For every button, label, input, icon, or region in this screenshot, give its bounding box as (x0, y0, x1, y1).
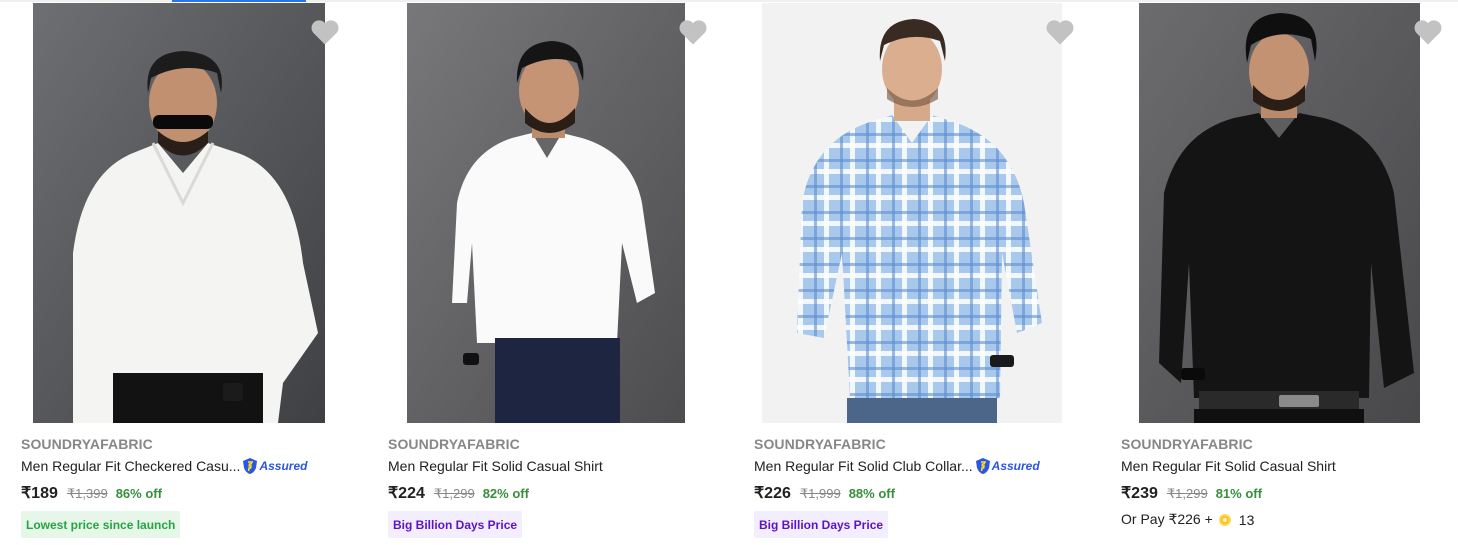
price-row: ₹224 ₹1,299 82% off (388, 483, 529, 503)
offer-tag: Big Billion Days Price (754, 511, 889, 538)
product-card[interactable]: SOUNDRYAFABRIC Men Regular Fit Checkered… (0, 0, 360, 545)
offer-tag: Lowest price since launch (21, 511, 181, 538)
selling-price: ₹239 (1121, 485, 1158, 502)
wishlist-heart-icon[interactable] (1045, 18, 1075, 46)
coin-count: 13 (1238, 511, 1255, 528)
wishlist-heart-icon[interactable] (678, 18, 708, 46)
title-row[interactable]: Men Regular Fit Solid Club Collar... Ass… (754, 456, 1040, 476)
title-row[interactable]: Men Regular Fit Solid Casual Shirt (388, 456, 603, 476)
product-image[interactable] (407, 3, 685, 423)
discount-label: 86% off (115, 486, 162, 501)
price-row: ₹226 ₹1,999 88% off (754, 483, 895, 503)
assured-badge: Assured (975, 457, 1040, 475)
selling-price: ₹224 (388, 485, 425, 502)
brand-name: SOUNDRYAFABRIC (754, 436, 886, 452)
product-card[interactable]: SOUNDRYAFABRIC Men Regular Fit Solid Cas… (367, 0, 727, 545)
product-title[interactable]: Men Regular Fit Solid Club Collar... (754, 458, 973, 474)
product-image[interactable] (33, 3, 325, 423)
product-card[interactable]: SOUNDRYAFABRIC Men Regular Fit Solid Clu… (733, 0, 1093, 545)
discount-label: 82% off (482, 486, 529, 501)
original-price: ₹1,999 (799, 486, 841, 501)
selling-price: ₹189 (21, 485, 58, 502)
wishlist-heart-icon[interactable] (310, 18, 340, 46)
price-row: ₹239 ₹1,299 81% off (1121, 483, 1262, 503)
brand-name: SOUNDRYAFABRIC (21, 436, 153, 452)
original-price: ₹1,399 (66, 486, 108, 501)
assured-shield-icon (243, 458, 258, 474)
supercoin-icon (1218, 513, 1231, 526)
supercoin-offer: Or Pay ₹226 + 13 (1121, 511, 1254, 528)
price-row: ₹189 ₹1,399 86% off (21, 483, 162, 503)
assured-shield-icon (975, 458, 990, 474)
product-image[interactable] (762, 3, 1062, 423)
assured-label: Assured (259, 459, 308, 473)
title-row[interactable]: Men Regular Fit Checkered Casu... Assure… (21, 456, 307, 476)
selling-price: ₹226 (754, 485, 791, 502)
title-row[interactable]: Men Regular Fit Solid Casual Shirt (1121, 456, 1336, 476)
product-title[interactable]: Men Regular Fit Checkered Casu... (21, 458, 240, 474)
assured-badge: Assured (242, 457, 307, 475)
original-price: ₹1,299 (433, 486, 475, 501)
wishlist-heart-icon[interactable] (1413, 18, 1443, 46)
product-image[interactable] (1139, 3, 1420, 423)
brand-name: SOUNDRYAFABRIC (388, 436, 520, 452)
offer-tag: Big Billion Days Price (388, 511, 523, 538)
original-price: ₹1,299 (1166, 486, 1208, 501)
brand-name: SOUNDRYAFABRIC (1121, 436, 1253, 452)
pay-prefix: Or Pay ₹226 + (1121, 511, 1213, 527)
product-card[interactable]: SOUNDRYAFABRIC Men Regular Fit Solid Cas… (1100, 0, 1458, 545)
assured-label: Assured (991, 459, 1040, 473)
discount-label: 88% off (848, 486, 895, 501)
product-title[interactable]: Men Regular Fit Solid Casual Shirt (1121, 458, 1336, 474)
discount-label: 81% off (1215, 486, 1262, 501)
product-title[interactable]: Men Regular Fit Solid Casual Shirt (388, 458, 603, 474)
